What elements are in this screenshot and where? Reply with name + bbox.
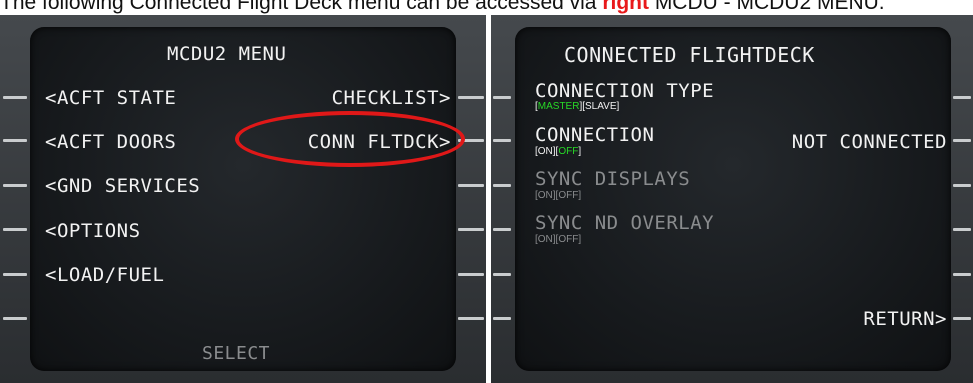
- sync-nd-overlay-label: SYNC ND OVERLAY: [535, 212, 715, 234]
- lsk-left-4[interactable]: [3, 228, 27, 231]
- return-button[interactable]: RETURN>: [863, 308, 947, 330]
- lsk-right-6[interactable]: [953, 317, 971, 320]
- option-slave[interactable]: SLAVE: [585, 101, 617, 112]
- lsk-left-1[interactable]: [493, 96, 511, 99]
- mcdu-right-bezel: CONNECTED FLIGHTDECK CONNECTION TYPE [MA…: [491, 15, 973, 383]
- page-caption: The following Connected Flight Deck menu…: [0, 0, 973, 15]
- option-on[interactable]: ON: [538, 146, 553, 157]
- lsk-right-6[interactable]: [458, 317, 484, 320]
- page-title: MCDU2 MENU: [167, 43, 287, 65]
- lsk-left-1[interactable]: [3, 96, 27, 99]
- lsk-left-5[interactable]: [493, 273, 511, 276]
- lsk-right-1[interactable]: [953, 96, 971, 99]
- lsk-right-4[interactable]: [458, 228, 484, 231]
- option-master[interactable]: MASTER: [538, 101, 580, 112]
- lsk-right-4[interactable]: [953, 228, 971, 231]
- page-title: CONNECTED FLIGHTDECK: [564, 43, 815, 67]
- lsk-right-1[interactable]: [458, 96, 484, 99]
- lsk-right-2[interactable]: [953, 139, 971, 142]
- highlight-ring: [235, 111, 465, 167]
- lsk-left-2[interactable]: [3, 139, 27, 142]
- caption-text-before: The following Connected Flight Deck menu…: [0, 0, 603, 14]
- lsk-right-5[interactable]: [458, 273, 484, 276]
- caption-highlight: right: [602, 0, 649, 14]
- lsk-left-5[interactable]: [3, 273, 27, 276]
- mcdu-left-screen: MCDU2 MENU <ACFT STATE CHECKLIST> <ACFT …: [30, 27, 465, 371]
- lsk-left-4[interactable]: [493, 228, 511, 231]
- scratchpad: SELECT: [202, 343, 271, 364]
- lsk-left-6[interactable]: [493, 317, 511, 320]
- lsk-right-3[interactable]: [953, 184, 971, 187]
- lsk-left-2[interactable]: [493, 139, 511, 142]
- sync-nd-overlay-options[interactable]: [ON][OFF]: [535, 234, 581, 245]
- lsk-right-3[interactable]: [458, 184, 484, 187]
- lsk-left-6[interactable]: [3, 317, 27, 320]
- mcdu-left-bezel: MCDU2 MENU <ACFT STATE CHECKLIST> <ACFT …: [0, 15, 486, 383]
- lsk-right-5[interactable]: [953, 273, 971, 276]
- connection-type-label: CONNECTION TYPE: [535, 80, 715, 102]
- sync-displays-label: SYNC DISPLAYS: [535, 168, 691, 190]
- mcdu-right-screen: CONNECTED FLIGHTDECK CONNECTION TYPE [MA…: [515, 27, 951, 371]
- connection-label: CONNECTION: [535, 124, 655, 146]
- connection-type-options[interactable]: [MASTER][SLAVE]: [535, 101, 619, 112]
- sync-displays-options[interactable]: [ON][OFF]: [535, 190, 581, 201]
- menu-item-acft-state[interactable]: <ACFT STATE: [45, 87, 176, 109]
- menu-item-load-fuel[interactable]: <LOAD/FUEL: [45, 264, 164, 286]
- lsk-left-3[interactable]: [493, 184, 511, 187]
- connection-status: NOT CONNECTED: [791, 131, 947, 153]
- menu-item-acft-doors[interactable]: <ACFT DOORS: [45, 131, 176, 153]
- menu-item-options[interactable]: <OPTIONS: [45, 220, 141, 242]
- caption-text-after: MCDU - MCDU2 MENU.: [648, 0, 885, 14]
- menu-item-gnd-services[interactable]: <GND SERVICES: [45, 175, 200, 197]
- connection-options[interactable]: [ON][OFF]: [535, 146, 581, 157]
- menu-item-checklist[interactable]: CHECKLIST>: [332, 87, 451, 109]
- lsk-left-3[interactable]: [3, 184, 27, 187]
- option-off[interactable]: OFF: [558, 146, 578, 157]
